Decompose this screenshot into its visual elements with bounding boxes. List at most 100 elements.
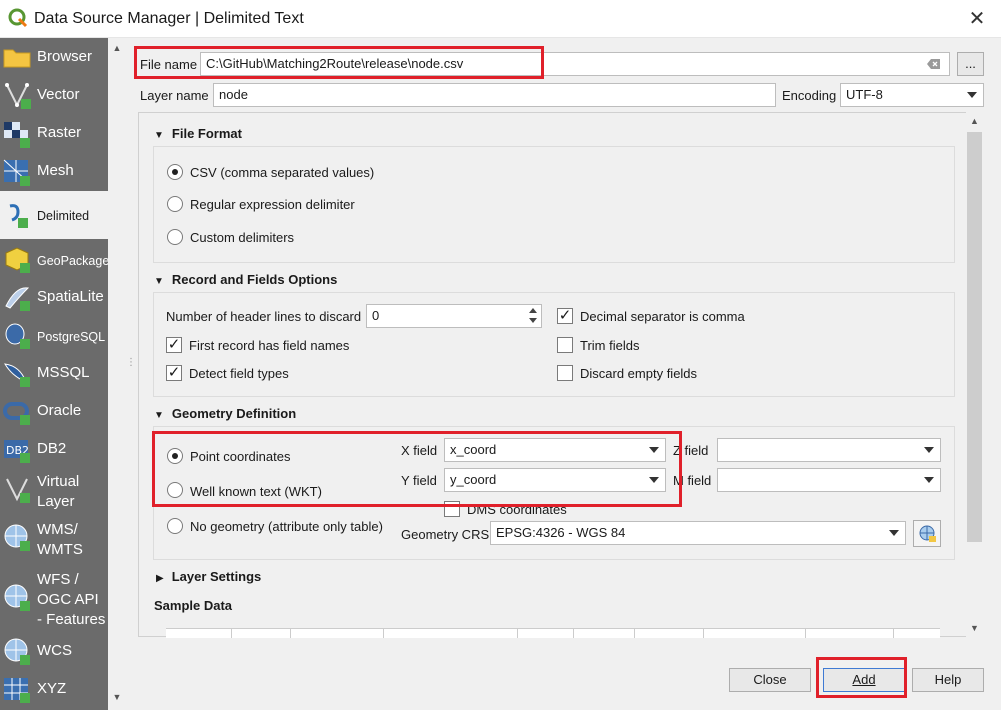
sidebar-item-virtual-layer[interactable]: Virtual Layer	[0, 470, 108, 512]
close-button[interactable]: Close	[729, 668, 811, 692]
sidebar-scroll-up-icon[interactable]: ▲	[108, 40, 126, 56]
crs-select[interactable]: EPSG:4326 - WGS 84	[490, 521, 906, 545]
splitter-handle[interactable]: ⋮	[126, 358, 136, 380]
sidebar-item-vector[interactable]: Vector	[0, 76, 108, 114]
mssql-icon	[4, 363, 30, 387]
sample-data-table[interactable]	[166, 628, 940, 638]
table-column-divider	[573, 628, 574, 638]
sidebar-item-postgresql[interactable]: PostgreSQL	[0, 316, 108, 354]
z-field-label: Z field	[673, 443, 709, 458]
table-column-divider	[893, 628, 894, 638]
xyz-icon	[4, 678, 30, 703]
scroll-down-icon[interactable]: ▼	[966, 619, 983, 637]
sidebar: Browser Vector Raster Mesh Delimited Geo…	[0, 38, 109, 710]
layer-name-label: Layer name	[140, 88, 209, 103]
sidebar-item-mesh[interactable]: Mesh	[0, 152, 108, 190]
sidebar-item-delimited[interactable]: Delimited	[0, 191, 108, 239]
regex-radio[interactable]	[167, 196, 183, 212]
wcs-icon	[4, 638, 30, 665]
csv-label: CSV (comma separated values)	[190, 165, 375, 180]
chevron-down-icon	[924, 447, 934, 453]
no-geometry-radio[interactable]	[167, 518, 183, 534]
y-field-label: Y field	[401, 473, 437, 488]
table-column-divider	[805, 628, 806, 638]
geometry-header[interactable]: ▼ Geometry Definition	[154, 406, 296, 421]
sidebar-scrollbar[interactable]	[108, 38, 126, 710]
crs-selector-button[interactable]	[913, 520, 941, 547]
sidebar-item-raster[interactable]: Raster	[0, 114, 108, 152]
geopackage-icon	[5, 247, 30, 273]
discard-empty-checkbox[interactable]	[557, 365, 573, 381]
encoding-select[interactable]: UTF-8	[840, 83, 984, 107]
file-format-header[interactable]: ▼ File Format	[154, 126, 242, 141]
csv-radio[interactable]	[167, 164, 183, 180]
sidebar-item-db2[interactable]: DB2 DB2	[0, 430, 108, 468]
m-field-label: M field	[673, 473, 712, 488]
sidebar-scroll-down-icon[interactable]: ▼	[108, 688, 126, 706]
db2-icon: DB2	[4, 440, 30, 463]
y-field-select[interactable]: y_coord	[444, 468, 666, 492]
wfs-icon	[4, 584, 30, 611]
sidebar-item-wcs[interactable]: WCS	[0, 632, 108, 670]
wkt-radio[interactable]	[167, 482, 183, 498]
discard-empty-label: Discard empty fields	[580, 366, 698, 381]
sidebar-item-wfs[interactable]: WFS / OGC API - Features	[0, 568, 108, 628]
table-column-divider	[703, 628, 704, 638]
globe-icon	[919, 525, 936, 542]
sidebar-item-oracle[interactable]: Oracle	[0, 392, 108, 430]
custom-delim-radio[interactable]	[167, 229, 183, 245]
help-button[interactable]: Help	[912, 668, 984, 692]
sidebar-item-geopackage[interactable]: GeoPackage	[0, 240, 109, 278]
file-name-input[interactable]: C:\GitHub\Matching2Route\release\node.cs…	[200, 52, 950, 76]
custom-delim-label: Custom delimiters	[190, 230, 295, 245]
x-field-select[interactable]: x_coord	[444, 438, 666, 462]
scrollbar-thumb[interactable]	[967, 132, 982, 542]
sidebar-item-mssql[interactable]: MSSQL	[0, 354, 108, 392]
spin-up-icon[interactable]	[529, 308, 537, 313]
close-window-button[interactable]: ✕	[962, 5, 992, 33]
sample-data-header: Sample Data	[154, 598, 233, 613]
dms-checkbox[interactable]	[444, 501, 460, 517]
table-column-divider	[290, 628, 291, 638]
dms-label: DMS coordinates	[467, 502, 567, 517]
vector-icon	[5, 83, 31, 109]
m-field-select[interactable]	[717, 468, 941, 492]
record-options-header[interactable]: ▼ Record and Fields Options	[154, 272, 337, 287]
first-record-checkbox[interactable]: ✓	[166, 337, 182, 353]
sidebar-item-browser[interactable]: Browser	[0, 38, 108, 76]
point-coords-radio[interactable]	[167, 448, 183, 464]
decimal-comma-checkbox[interactable]: ✓	[557, 308, 573, 324]
trim-fields-checkbox[interactable]	[557, 337, 573, 353]
sidebar-item-spatialite[interactable]: SpatiaLite	[0, 278, 108, 316]
table-column-divider	[383, 628, 384, 638]
scroll-up-icon[interactable]: ▲	[966, 112, 983, 130]
table-column-divider	[634, 628, 635, 638]
first-record-label: First record has field names	[189, 338, 350, 353]
detect-types-label: Detect field types	[189, 366, 289, 381]
spin-down-icon[interactable]	[529, 318, 537, 323]
chevron-down-icon	[967, 92, 977, 98]
regex-label: Regular expression delimiter	[190, 197, 355, 212]
browse-button[interactable]: ...	[957, 52, 984, 76]
sidebar-item-wms[interactable]: WMS/ WMTS	[0, 518, 108, 560]
point-coords-label: Point coordinates	[190, 449, 291, 464]
layer-name-input[interactable]: node	[213, 83, 776, 107]
qgis-logo-icon	[8, 8, 28, 28]
clear-icon[interactable]	[927, 58, 941, 70]
add-button[interactable]: Add	[823, 668, 905, 692]
chevron-down-icon	[924, 477, 934, 483]
sidebar-item-xyz[interactable]: XYZ	[0, 670, 108, 708]
z-field-select[interactable]	[717, 438, 941, 462]
crs-label: Geometry CRS	[401, 527, 490, 542]
header-lines-spinbox[interactable]: 0	[366, 304, 542, 328]
mesh-icon	[3, 159, 30, 186]
postgresql-icon	[5, 323, 30, 349]
chevron-down-icon	[889, 530, 899, 536]
layer-settings-header[interactable]: ▶ Layer Settings	[156, 569, 261, 584]
folder-icon	[3, 49, 31, 68]
table-column-divider	[231, 628, 232, 638]
no-geometry-label: No geometry (attribute only table)	[190, 519, 383, 534]
virtual-layer-icon	[6, 478, 30, 503]
detect-types-checkbox[interactable]: ✓	[166, 365, 182, 381]
delimited-icon	[9, 204, 28, 228]
